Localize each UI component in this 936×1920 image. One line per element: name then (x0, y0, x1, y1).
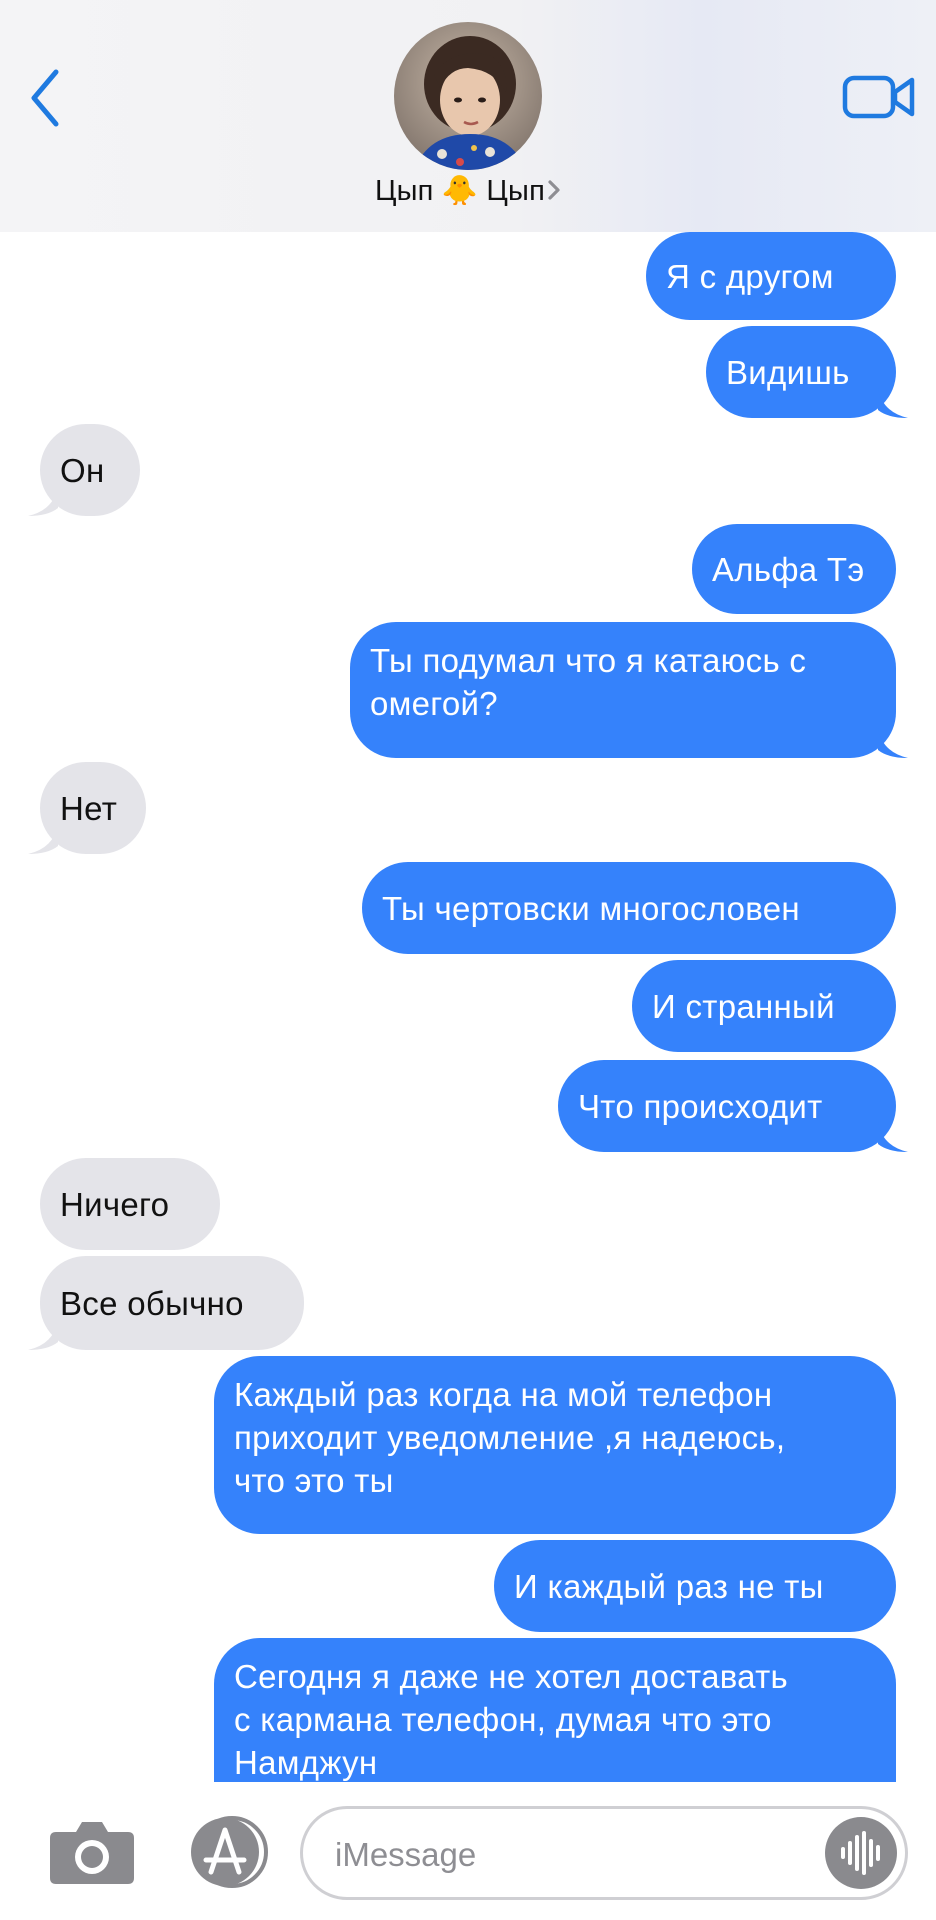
message-bubble-outgoing[interactable]: И странный (632, 960, 896, 1052)
message-thread[interactable]: Я с другом Видишь Он Альфа Тэ Ты подумал… (0, 232, 936, 1782)
bubble-tail (878, 1122, 908, 1152)
bubble-tail (878, 388, 908, 418)
chevron-left-icon (31, 69, 59, 127)
message-bubble-outgoing[interactable]: Каждый раз когда на мой телефон приходит… (214, 1356, 896, 1534)
video-camera-icon (842, 75, 915, 119)
message-bubble-outgoing[interactable]: Что происходит (558, 1060, 896, 1152)
waveform-icon (841, 1831, 880, 1875)
chevron-right-icon (547, 176, 561, 209)
message-bubble-outgoing[interactable]: Сегодня я даже не хотел доставать с карм… (214, 1638, 896, 1782)
message-bubble-outgoing[interactable]: Ты чертовски многословен (362, 862, 896, 954)
message-bubble-outgoing[interactable]: Ты подумал что я катаюсь с омегой? (350, 622, 896, 758)
message-bubble-outgoing[interactable]: Альфа Тэ (692, 524, 896, 614)
message-bubble-outgoing[interactable]: Видишь (706, 326, 896, 418)
contact-name: Цып 🐥 Цып (374, 175, 546, 207)
back-button[interactable] (22, 62, 82, 134)
camera-button[interactable] (48, 1816, 136, 1886)
conversation-header: Цып 🐥 Цып (0, 0, 936, 232)
compose-bar (0, 1782, 936, 1920)
message-bubble-incoming[interactable]: Все обычно (40, 1256, 304, 1350)
bubble-tail (878, 728, 908, 758)
voice-message-button[interactable] (825, 1817, 897, 1889)
bubble-tail (28, 486, 58, 516)
app-store-icon (191, 1816, 268, 1888)
camera-icon (50, 1822, 134, 1884)
contact-avatar[interactable] (394, 22, 542, 170)
message-input-field[interactable] (300, 1806, 908, 1900)
app-store-button[interactable] (180, 1816, 280, 1888)
video-call-button[interactable] (842, 70, 916, 122)
bubble-tail (28, 1320, 58, 1350)
message-bubble-outgoing[interactable]: И каждый раз не ты (494, 1540, 896, 1632)
message-bubble-outgoing[interactable]: Я с другом (646, 232, 896, 320)
contact-name-button[interactable]: Цып 🐥 Цып (0, 174, 936, 209)
bubble-tail (28, 824, 58, 854)
message-input[interactable] (333, 1827, 797, 1883)
message-bubble-incoming[interactable]: Ничего (40, 1158, 220, 1250)
